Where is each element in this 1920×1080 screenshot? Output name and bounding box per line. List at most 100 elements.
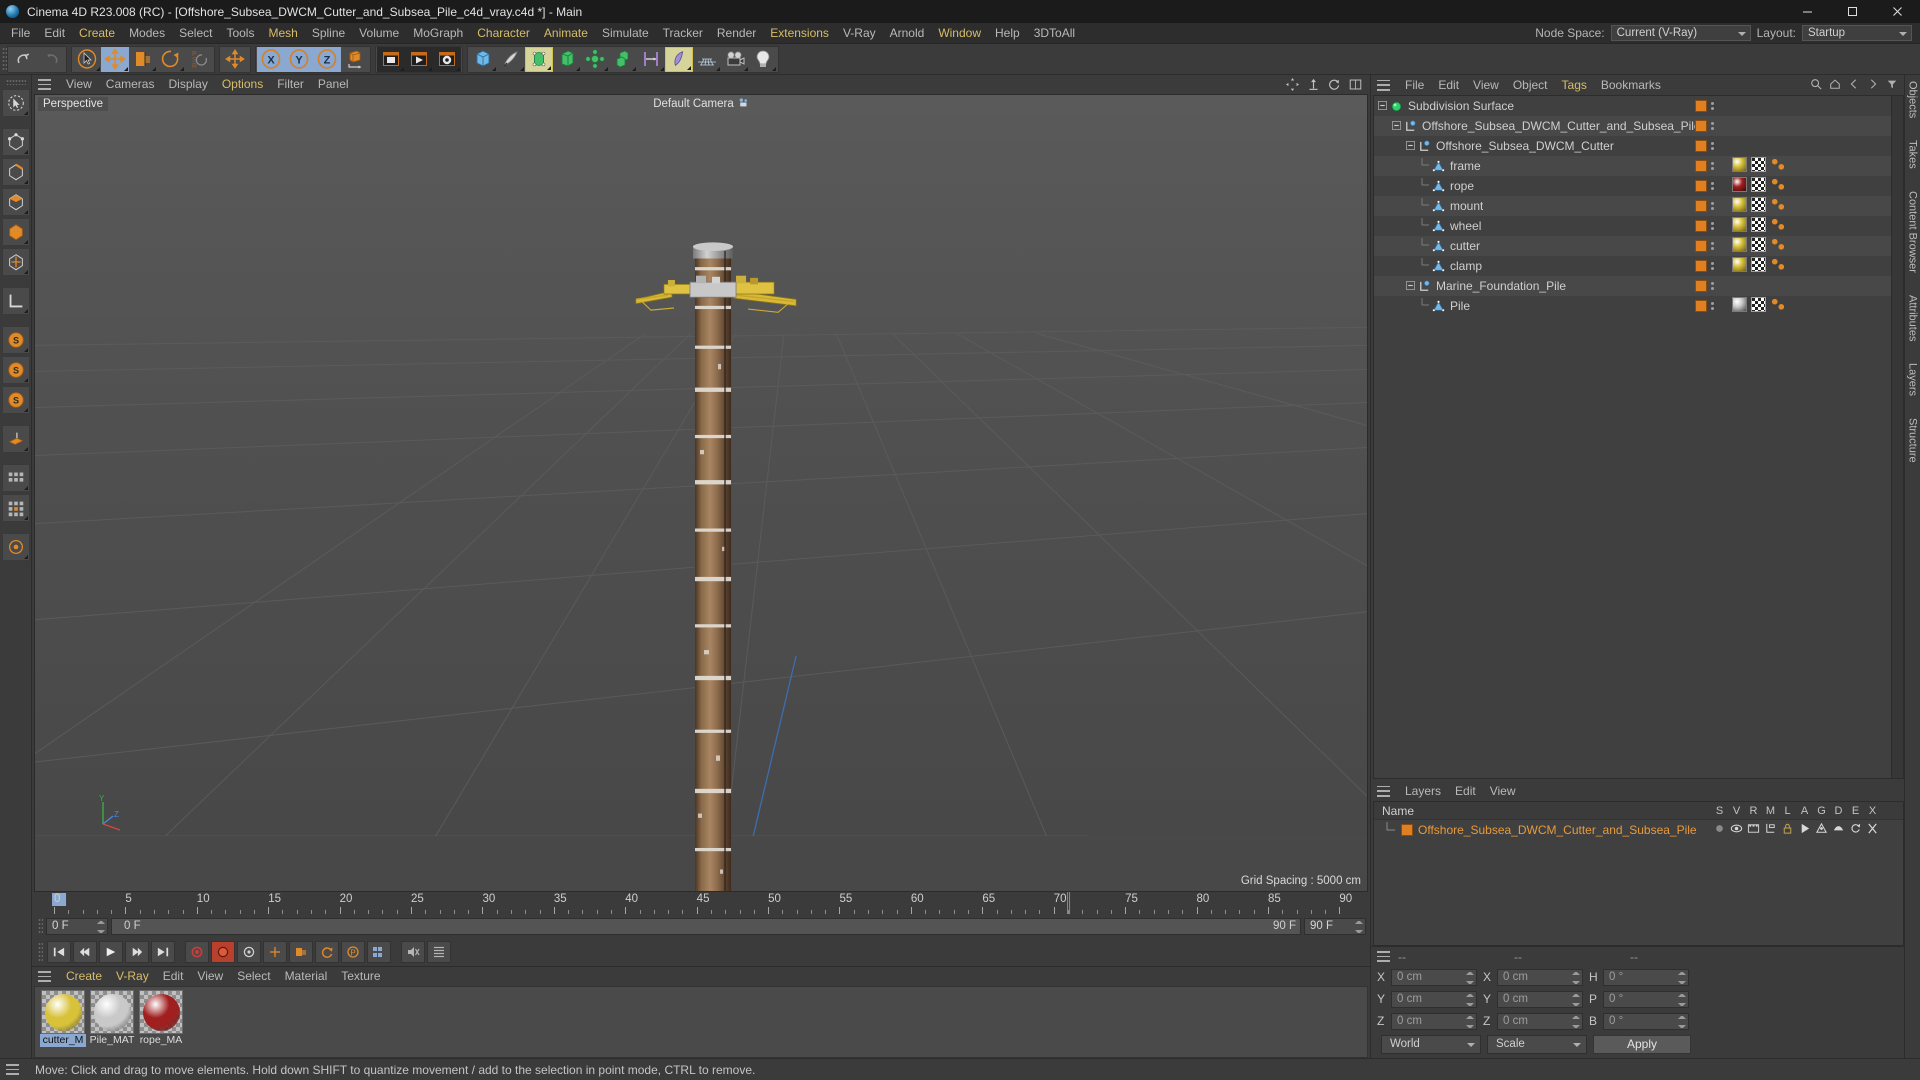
- menu-item-simulate[interactable]: Simulate: [595, 23, 656, 44]
- point-level-animation-button[interactable]: [367, 941, 391, 963]
- object-row[interactable]: clamp: [1374, 256, 1891, 276]
- selection-tag-icon[interactable]: [1770, 197, 1787, 215]
- layer-color-swatch[interactable]: [1401, 824, 1413, 836]
- right-tab-content-browser[interactable]: Content Browser: [1907, 185, 1919, 279]
- viewport-menu-options[interactable]: Options: [215, 74, 270, 95]
- menu-item-create[interactable]: Create: [72, 23, 122, 44]
- scale-key-button[interactable]: [289, 941, 313, 963]
- snap-settings-button[interactable]: S: [2, 356, 30, 384]
- coord-rot-b-field[interactable]: 0 °: [1603, 1013, 1689, 1030]
- uvw-tag-icon[interactable]: [1751, 237, 1766, 255]
- status-hamburger-icon[interactable]: [6, 1064, 19, 1075]
- material-tag-icon[interactable]: [1732, 177, 1747, 195]
- menu-item-edit[interactable]: Edit: [37, 23, 72, 44]
- material-item[interactable]: rope_MA: [138, 990, 184, 1057]
- x-axis-button[interactable]: X: [257, 47, 285, 72]
- expander-collapse-icon[interactable]: [1406, 279, 1415, 293]
- tag-container[interactable]: [1732, 257, 1787, 275]
- layer-color-chip[interactable]: [1695, 100, 1707, 112]
- scene-grid-button[interactable]: [693, 47, 721, 72]
- live-selection-tool-button[interactable]: [2, 89, 30, 117]
- layer-menu-layers[interactable]: Layers: [1398, 781, 1448, 802]
- material-menu-material[interactable]: Material: [278, 966, 335, 987]
- apply-button[interactable]: Apply: [1593, 1035, 1691, 1054]
- undo-button[interactable]: [9, 47, 37, 72]
- material-swatch-grid[interactable]: cutter_MPile_MATrope_MA: [34, 986, 1368, 1058]
- material-menu-v-ray[interactable]: V-Ray: [109, 966, 156, 987]
- right-tab-attributes[interactable]: Attributes: [1907, 289, 1919, 347]
- layer-column-d[interactable]: D: [1830, 805, 1847, 817]
- expander-collapse-icon[interactable]: [1392, 119, 1401, 133]
- material-menu-edit[interactable]: Edit: [156, 966, 191, 987]
- coord-size-x-field[interactable]: 0 cm: [1497, 969, 1583, 986]
- subdivision-surface-button[interactable]: [525, 47, 553, 72]
- viewport-menu-cameras[interactable]: Cameras: [99, 74, 162, 95]
- layout-select[interactable]: Startup: [1802, 25, 1912, 41]
- render-icon[interactable]: [1745, 822, 1762, 838]
- go-to-start-button[interactable]: [47, 941, 71, 963]
- material-menu-texture[interactable]: Texture: [334, 966, 387, 987]
- edge-mode-button[interactable]: [2, 158, 30, 186]
- lock-icon[interactable]: [1779, 822, 1796, 838]
- visibility-dots[interactable]: [1711, 102, 1714, 110]
- object-row[interactable]: mount: [1374, 196, 1891, 216]
- layer-color-chip[interactable]: [1695, 260, 1707, 272]
- material-tag-icon[interactable]: [1732, 157, 1747, 175]
- point-mode-button[interactable]: [2, 128, 30, 156]
- viewport-menu-filter[interactable]: Filter: [270, 74, 311, 95]
- layer-menu-hamburger-icon[interactable]: [1377, 786, 1390, 797]
- size-mode-select[interactable]: Scale: [1487, 1035, 1587, 1054]
- menu-item-animate[interactable]: Animate: [537, 23, 595, 44]
- coord-pos-z-field[interactable]: 0 cm: [1391, 1013, 1477, 1030]
- visibility-dots[interactable]: [1711, 222, 1714, 230]
- material-tag-icon[interactable]: [1732, 197, 1747, 215]
- menu-item-mograph[interactable]: MoGraph: [406, 23, 470, 44]
- object-axis-mode-button[interactable]: [2, 248, 30, 276]
- render-view-button[interactable]: [377, 47, 405, 72]
- material-tag-icon[interactable]: [1732, 257, 1747, 275]
- material-menu-hamburger-icon[interactable]: [38, 971, 51, 982]
- visibility-dots[interactable]: [1711, 182, 1714, 190]
- workplane-lock-button[interactable]: [2, 464, 30, 492]
- layer-column-g[interactable]: G: [1813, 805, 1830, 817]
- timeline-grip[interactable]: [38, 918, 43, 934]
- object-prev-icon[interactable]: [1848, 78, 1860, 93]
- material-tag-icon[interactable]: [1732, 297, 1747, 315]
- tag-container[interactable]: [1732, 217, 1787, 235]
- perspective-viewport[interactable]: Perspective Default Camera Y Z: [34, 94, 1368, 892]
- tag-container[interactable]: [1732, 177, 1787, 195]
- menu-item-window[interactable]: Window: [931, 23, 988, 44]
- spline-pen-button[interactable]: [497, 47, 525, 72]
- layer-color-chip[interactable]: [1695, 300, 1707, 312]
- keyframe-selection-button[interactable]: [237, 941, 261, 963]
- psr-tool-button[interactable]: PSR: [185, 47, 213, 72]
- object-world-toggle-button[interactable]: [341, 47, 369, 72]
- uvw-tag-icon[interactable]: [1751, 197, 1766, 215]
- object-row[interactable]: wheel: [1374, 216, 1891, 236]
- layer-column-l[interactable]: L: [1779, 805, 1796, 817]
- step-back-button[interactable]: [73, 941, 97, 963]
- manager-icon[interactable]: [1762, 822, 1779, 838]
- menu-item-spline[interactable]: Spline: [305, 23, 352, 44]
- record-active-objects-button[interactable]: [185, 941, 209, 963]
- menu-item-mesh[interactable]: Mesh: [261, 23, 304, 44]
- layer-column-v[interactable]: V: [1728, 805, 1745, 817]
- viewport-menu-hamburger-icon[interactable]: [38, 79, 51, 90]
- layer-color-chip[interactable]: [1695, 160, 1707, 172]
- object-home-icon[interactable]: [1829, 78, 1841, 93]
- menu-item-volume[interactable]: Volume: [352, 23, 406, 44]
- visibility-dots[interactable]: [1711, 122, 1714, 130]
- select-tool-button[interactable]: [73, 47, 101, 72]
- layer-column-e[interactable]: E: [1847, 805, 1864, 817]
- coordinate-menu-hamburger-icon[interactable]: [1377, 951, 1390, 962]
- object-row[interactable]: rope: [1374, 176, 1891, 196]
- viewport-menu-panel[interactable]: Panel: [311, 74, 356, 95]
- layer-column-s[interactable]: S: [1711, 805, 1728, 817]
- menu-item-select[interactable]: Select: [172, 23, 219, 44]
- object-next-icon[interactable]: [1867, 78, 1879, 93]
- uvw-tag-icon[interactable]: [1751, 177, 1766, 195]
- object-search-icon[interactable]: [1810, 78, 1822, 93]
- object-row[interactable]: Marine_Foundation_Pile: [1374, 276, 1891, 296]
- selection-tag-icon[interactable]: [1770, 177, 1787, 195]
- minimize-button[interactable]: [1785, 0, 1830, 23]
